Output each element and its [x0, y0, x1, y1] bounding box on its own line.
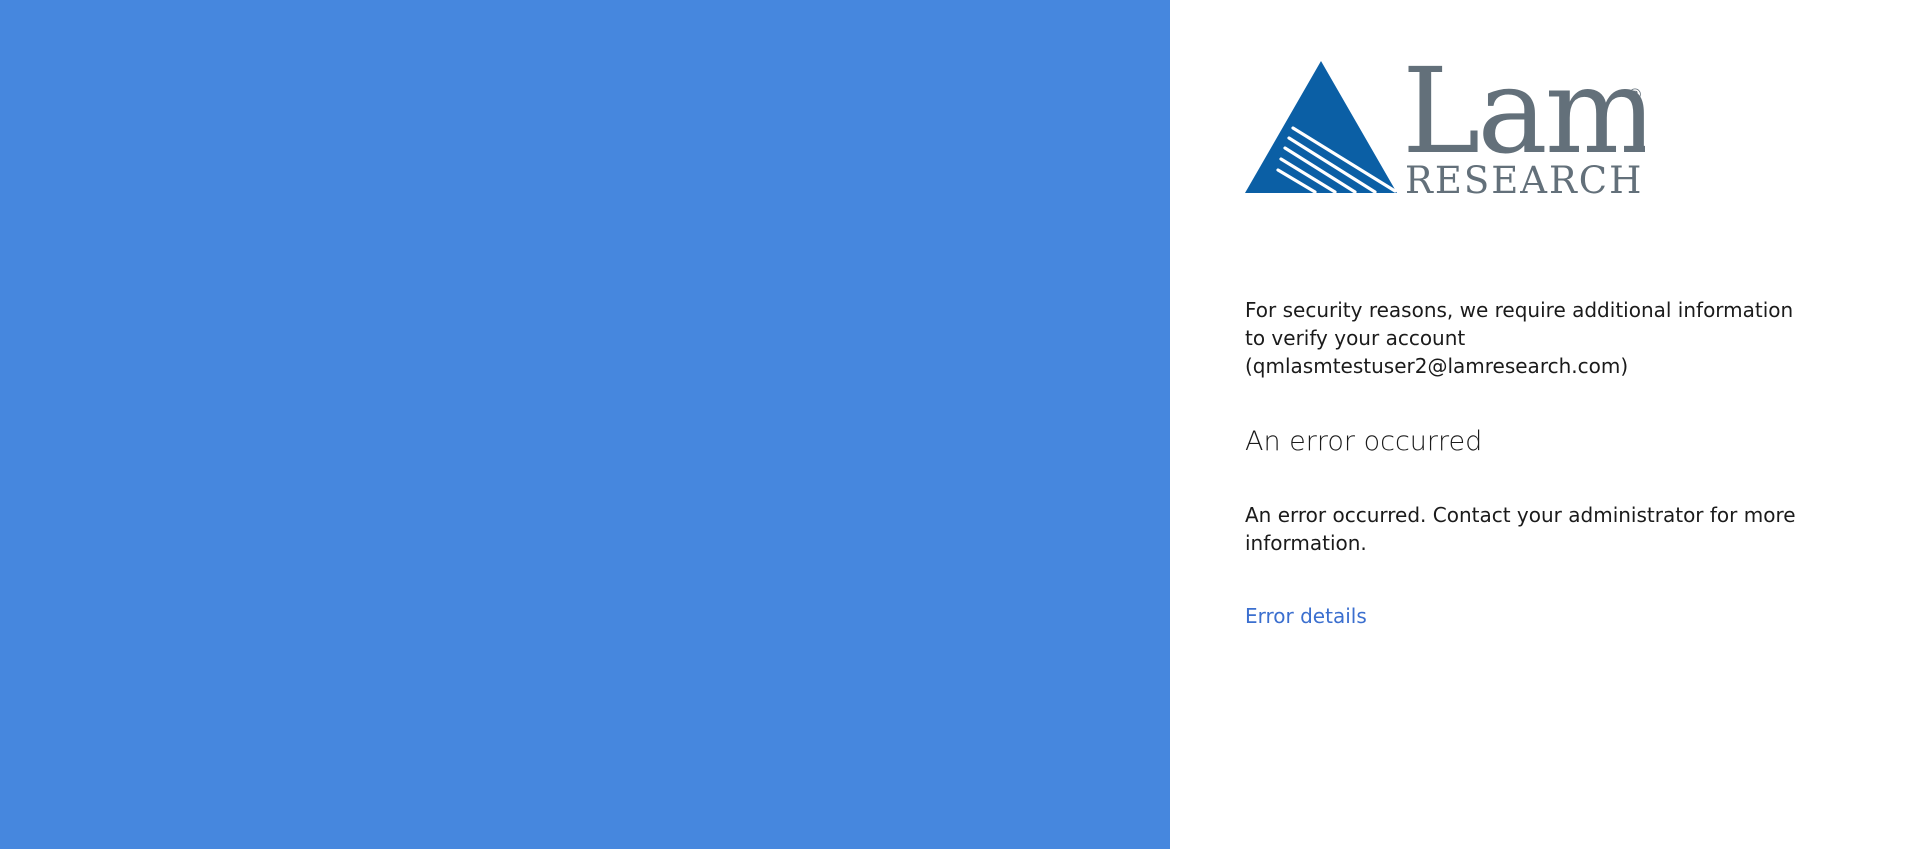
sign-in-panel: Lam ® RESEARCH For security reasons, we … — [1170, 0, 1920, 849]
logo-subtitle: RESEARCH — [1405, 159, 1643, 198]
error-title: An error occurred — [1245, 426, 1483, 457]
security-message-text: For security reasons, we require additio… — [1245, 298, 1794, 350]
lam-research-logo: Lam ® RESEARCH — [1245, 58, 1645, 198]
logo-registered-mark: ® — [1627, 85, 1643, 104]
error-details-link[interactable]: Error details — [1245, 602, 1367, 630]
sign-in-page: Lam ® RESEARCH For security reasons, we … — [0, 0, 1920, 849]
logo-graphic: Lam ® RESEARCH — [1245, 58, 1645, 198]
security-message: For security reasons, we require additio… — [1245, 296, 1805, 380]
account-email: (qmlasmtestuser2@lamresearch.com) — [1245, 354, 1629, 378]
logo-triangle-icon — [1245, 61, 1397, 193]
error-description: An error occurred. Contact your administ… — [1245, 503, 1796, 555]
message-content: For security reasons, we require additio… — [1245, 296, 1805, 630]
background-panel — [0, 0, 1170, 849]
